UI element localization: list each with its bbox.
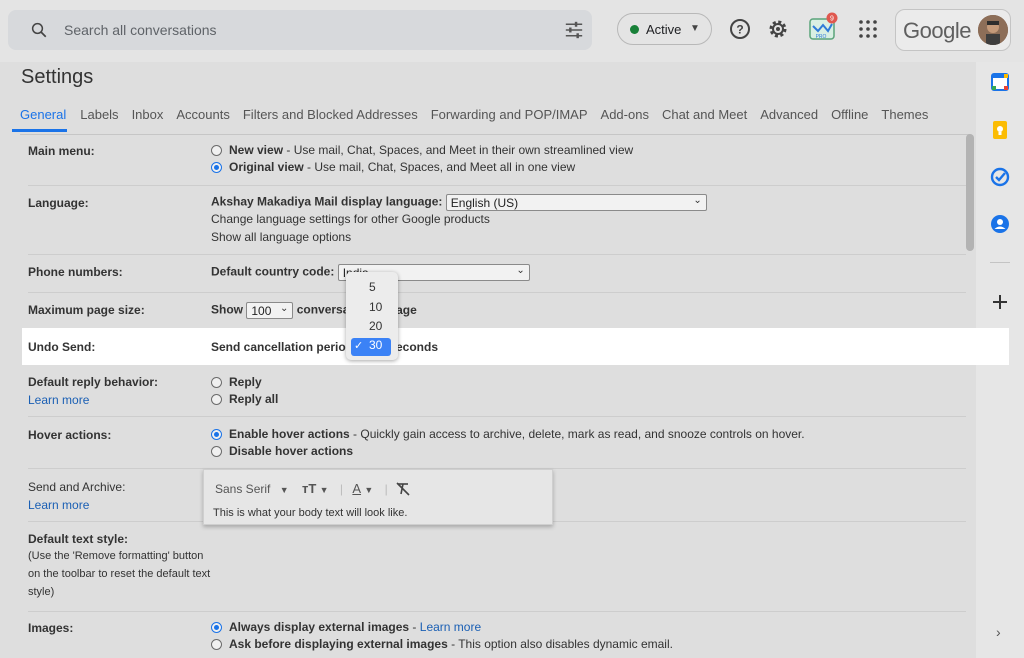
undo-send-text: Send cancellation period: [211, 340, 354, 354]
google-logo: Google: [903, 18, 971, 43]
tab-advanced[interactable]: Advanced: [760, 106, 818, 132]
cancellation-period-dropdown[interactable]: 5 10 20 ✓ 30: [346, 272, 398, 360]
chevron-down-icon: ⌄: [516, 265, 525, 276]
row-divider: [28, 185, 966, 186]
radio-new-view[interactable]: [211, 145, 222, 156]
search-icon[interactable]: [30, 21, 48, 39]
caret-down-icon[interactable]: ▼: [364, 485, 373, 495]
search-bar[interactable]: Search all conversations: [8, 10, 592, 50]
phone-label: Phone numbers:: [28, 265, 123, 279]
caret-down-icon[interactable]: ▼: [280, 485, 289, 495]
status-label: Active: [646, 22, 682, 37]
extension-icon[interactable]: 9 PRO: [807, 12, 839, 44]
tasks-icon[interactable]: [990, 167, 1010, 187]
add-icon[interactable]: [990, 292, 1010, 312]
search-input[interactable]: Search all conversations: [64, 22, 217, 38]
language-select[interactable]: English (US) ⌄: [445, 194, 707, 211]
undo-send-label: Undo Send:: [28, 340, 96, 354]
dropdown-option-selected[interactable]: ✓ 30: [351, 338, 391, 356]
row-divider: [28, 254, 966, 255]
undo-send-row: Undo Send: Send cancellation period econ…: [22, 328, 1009, 365]
chevron-down-icon: ⌄: [279, 303, 289, 314]
page-size-label: Maximum page size:: [28, 303, 145, 317]
status-dropdown[interactable]: Active ▼: [617, 13, 712, 45]
avatar[interactable]: [978, 15, 1008, 45]
radio-original-view[interactable]: [211, 162, 222, 173]
tab-forwarding[interactable]: Forwarding and POP/IMAP: [431, 106, 588, 132]
check-icon: ✓: [354, 340, 364, 352]
scrollbar[interactable]: [966, 134, 974, 251]
apps-grid-icon[interactable]: [856, 17, 880, 41]
phone-prefix: Default country code:: [211, 264, 335, 279]
page-size-suffix: conversat: [296, 302, 354, 317]
language-row: Akshay Makadiya Mail display language: E…: [211, 194, 707, 211]
help-icon[interactable]: ?: [728, 17, 752, 41]
dropdown-option[interactable]: 5: [346, 280, 398, 298]
text-color-icon[interactable]: A: [352, 481, 361, 496]
extension-badge: 9: [830, 16, 834, 23]
page-title: Settings: [21, 66, 94, 88]
tab-inbox[interactable]: Inbox: [132, 106, 164, 132]
calendar-icon[interactable]: [990, 72, 1010, 92]
language-prefix: Akshay Makadiya Mail display language:: [211, 194, 443, 209]
tab-labels[interactable]: Labels: [80, 106, 118, 132]
page-size-select[interactable]: 100 ⌄: [246, 302, 294, 319]
chevron-down-icon: ⌄: [693, 195, 702, 206]
chevron-right-icon[interactable]: ›: [996, 624, 1001, 640]
text-style-sample[interactable]: This is what your body text will look li…: [213, 507, 407, 519]
caret-down-icon: ▼: [690, 23, 700, 34]
tab-filters[interactable]: Filters and Blocked Addresses: [243, 106, 418, 132]
tab-addons[interactable]: Add-ons: [601, 106, 649, 132]
tabs-divider: [20, 134, 970, 135]
tab-accounts[interactable]: Accounts: [176, 106, 229, 132]
page-size-prefix: Show: [211, 302, 243, 317]
rail-divider: [990, 262, 1010, 263]
caret-down-icon[interactable]: ▼: [320, 485, 329, 495]
main-menu-label: Main menu:: [28, 144, 95, 158]
remove-formatting-icon[interactable]: [395, 482, 411, 496]
tab-themes[interactable]: Themes: [881, 106, 928, 132]
row-divider: [28, 292, 966, 293]
dropdown-option[interactable]: 20: [346, 319, 398, 337]
extension-label: PRO: [816, 34, 827, 40]
toolbar-divider: |: [339, 482, 344, 496]
text-style-editor[interactable]: Sans Serif ▼ тT ▼ | A ▼ | This is what y…: [203, 469, 553, 525]
svg-text:?: ?: [736, 23, 743, 37]
show-language-options-link[interactable]: Show all language options: [211, 230, 351, 244]
tab-offline[interactable]: Offline: [831, 106, 868, 132]
change-language-link[interactable]: Change language settings for other Googl…: [211, 212, 490, 226]
font-size-icon[interactable]: тT: [302, 481, 316, 496]
account-switcher[interactable]: Google: [895, 9, 1011, 51]
main-menu-option-new[interactable]: New view - Use mail, Chat, Spaces, and M…: [211, 143, 633, 157]
language-label: Language:: [28, 196, 89, 210]
font-family-select[interactable]: Sans Serif: [215, 482, 270, 496]
search-options-icon[interactable]: [564, 21, 584, 39]
active-status-dot: [630, 25, 639, 34]
format-toolbar: Sans Serif ▼ тT ▼ | A ▼ |: [215, 481, 411, 496]
contacts-icon[interactable]: [990, 214, 1010, 234]
top-bar: Search all conversations Active ▼ ? 9 PR…: [0, 0, 1024, 62]
tab-general[interactable]: General: [12, 106, 68, 132]
settings-tabs: General Labels Inbox Accounts Filters an…: [12, 106, 941, 132]
undo-send-suffix: econds: [396, 340, 439, 354]
main-menu-option-original[interactable]: Original view - Use mail, Chat, Spaces, …: [211, 160, 575, 174]
tab-chat-meet[interactable]: Chat and Meet: [662, 106, 747, 132]
dropdown-option[interactable]: 10: [346, 300, 398, 318]
keep-icon[interactable]: [990, 120, 1010, 140]
toolbar-divider: |: [384, 482, 388, 496]
gear-icon[interactable]: [766, 17, 790, 41]
